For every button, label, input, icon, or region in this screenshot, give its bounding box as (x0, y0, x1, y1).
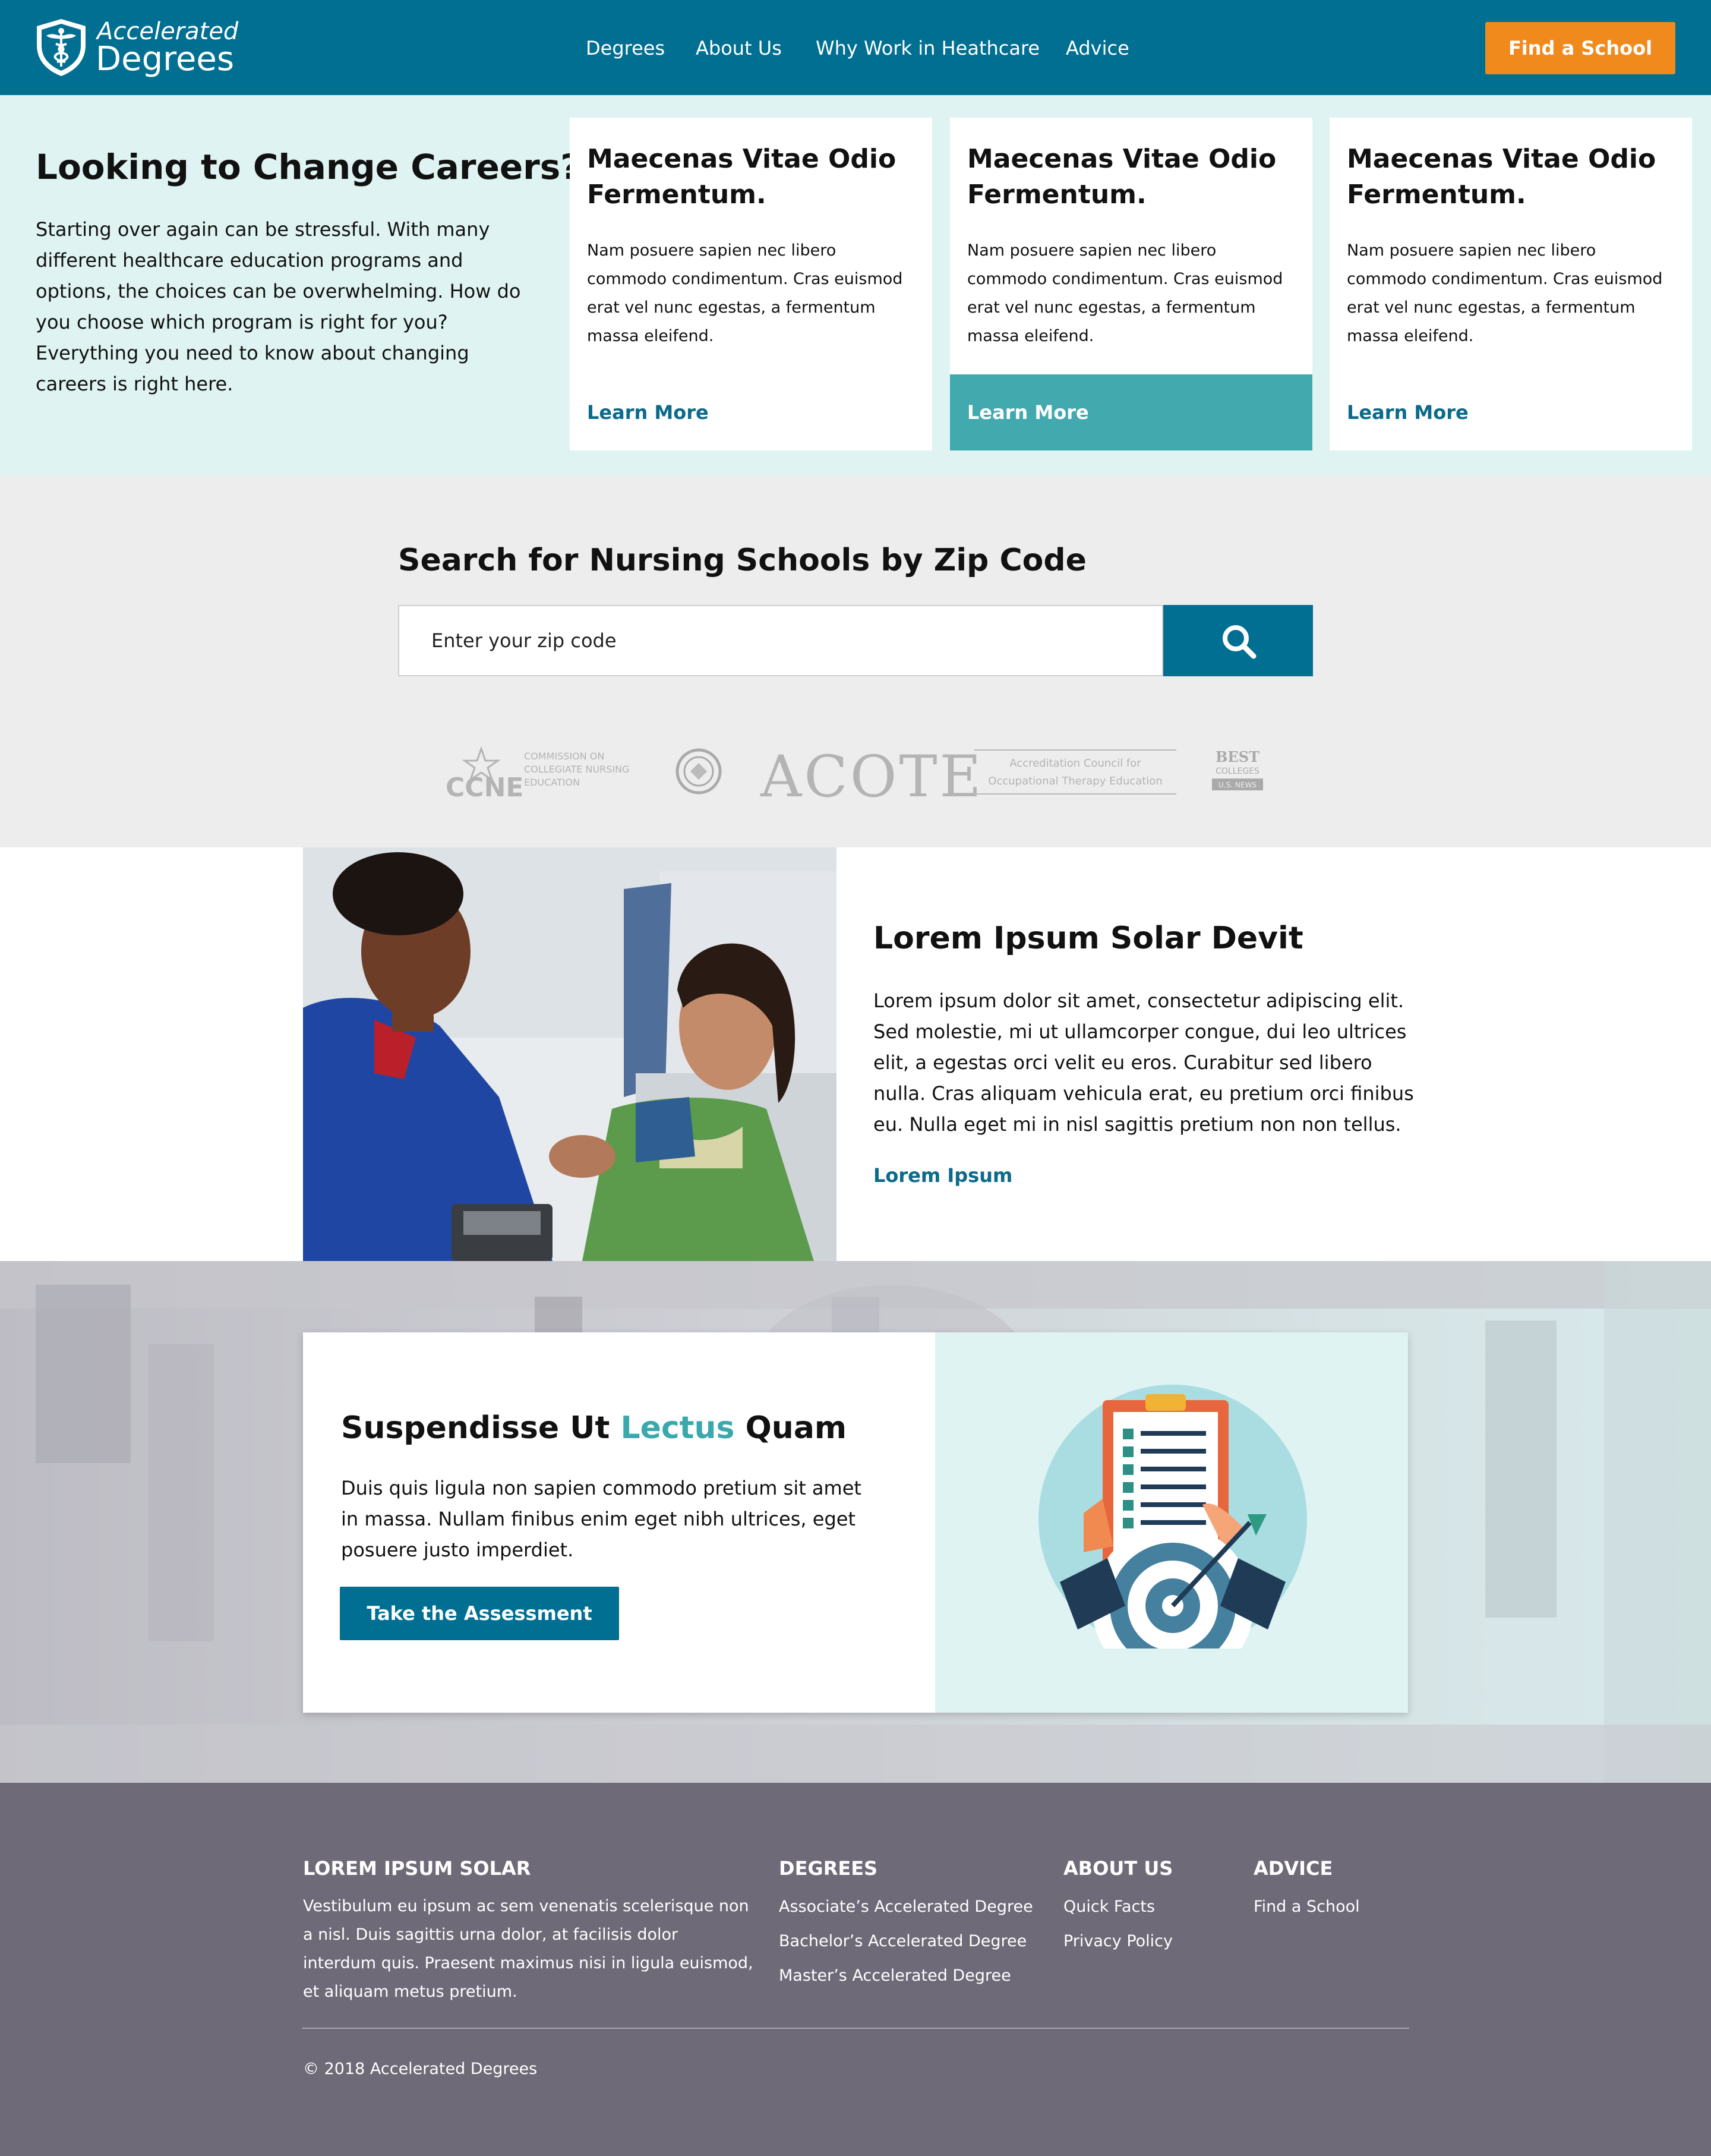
acote-wordmark: ACOTE (760, 743, 984, 808)
feature-heading: Lorem Ipsum Solar Devit (873, 921, 1303, 956)
footer-advice-links: Find a School (1254, 1890, 1360, 1924)
badge-line-3: U.S. NEWS (1218, 781, 1257, 789)
copyright: © 2018 Accelerated Degrees (303, 2060, 538, 2078)
assessment-body: Duis quis ligula non sapien commodo pret… (341, 1477, 861, 1561)
footer-link[interactable]: Master’s Accelerated Degree (779, 1959, 1033, 1993)
card-body: Nam posuere sapien nec libero commodo co… (587, 241, 903, 345)
take-assessment-button[interactable]: Take the Assessment (340, 1587, 619, 1640)
nav-advice[interactable]: Advice (1066, 33, 1129, 63)
ccne-subtitle-3: EDUCATION (524, 777, 580, 788)
footer-degrees-links: Associate’s Accelerated Degree Bachelor’… (779, 1890, 1033, 1993)
acote-subtitle-1: Accreditation Council for (1009, 757, 1141, 770)
search-icon (1223, 625, 1257, 659)
zip-code-input[interactable] (398, 605, 1163, 676)
nav-degrees[interactable]: Degrees (586, 33, 665, 63)
site-footer: LOREM IPSUM SOLAR Vestibulum eu ipsum ac… (0, 1783, 1711, 2156)
best-colleges-badge: BEST COLLEGES U.S. NEWS (1212, 748, 1263, 790)
ccne-subtitle-1: COMMISSION ON (524, 751, 604, 762)
footer-about-text: Vestibulum eu ipsum ac sem venenatis sce… (303, 1897, 753, 2001)
badge-line-2: COLLEGES (1216, 767, 1259, 776)
careers-intro: Starting over again can be stressful. Wi… (36, 218, 521, 395)
card-body: Nam posuere sapien nec libero commodo co… (1347, 241, 1663, 345)
footer-about-links: Quick Facts Privacy Policy (1063, 1890, 1173, 1959)
ccne-wordmark: CCNE (446, 773, 523, 803)
learn-more-link[interactable]: Learn More (950, 374, 1312, 450)
card-title: Maecenas Vitae Odio Fermentum. (587, 144, 896, 210)
footer-link[interactable]: Privacy Policy (1063, 1924, 1173, 1959)
caduceus-shield-icon (37, 19, 86, 76)
logo-line-2: Degrees (96, 40, 234, 78)
change-careers-section: Looking to Change Careers? Starting over… (0, 95, 1711, 475)
assessment-heading-highlight: Lectus (620, 1410, 735, 1446)
nurse-feature-section: Lorem Ipsum Solar Devit Lorem ipsum dolo… (0, 847, 1711, 1261)
info-card: Maecenas Vitae Odio Fermentum. Nam posue… (570, 118, 932, 450)
assessment-heading: Suspendisse Ut Lectus Quam (341, 1410, 847, 1446)
card-body: Nam posuere sapien nec libero commodo co… (967, 241, 1283, 345)
feature-link[interactable]: Lorem Ipsum (873, 1161, 1012, 1190)
card-title: Maecenas Vitae Odio Fermentum. (1347, 144, 1656, 210)
search-heading: Search for Nursing Schools by Zip Code (398, 543, 1087, 578)
acote-logo: ACOTE Accreditation Council for Occupati… (760, 743, 1176, 808)
assessment-section: Suspendisse Ut Lectus Quam Duis quis lig… (0, 1261, 1711, 1783)
ccne-logo: CCNE COMMISSION ON COLLEGIATE NURSING ED… (446, 746, 630, 803)
footer-col-title: DEGREES (779, 1857, 878, 1880)
footer-link[interactable]: Quick Facts (1063, 1890, 1173, 1924)
nurse-patient-photo (303, 847, 836, 1261)
footer-col-title: ABOUT US (1063, 1857, 1173, 1880)
assessment-card: Suspendisse Ut Lectus Quam Duis quis lig… (303, 1332, 1408, 1713)
site-header: Accelerated Degrees Degrees About Us Why… (0, 0, 1711, 95)
feature-body: Lorem ipsum dolor sit amet, consectetur … (873, 989, 1414, 1136)
footer-link[interactable]: Bachelor’s Accelerated Degree (779, 1924, 1033, 1959)
footer-col-title: ADVICE (1254, 1857, 1333, 1880)
footer-col-title: LOREM IPSUM SOLAR (303, 1857, 531, 1880)
learn-more-link[interactable]: Learn More (570, 374, 932, 450)
info-card: Maecenas Vitae Odio Fermentum. Nam posue… (950, 118, 1312, 450)
careers-heading: Looking to Change Careers? (36, 147, 580, 187)
footer-divider (302, 2028, 1409, 2029)
nav-about-us[interactable]: About Us (696, 33, 782, 63)
badge-line-1: BEST (1216, 748, 1259, 765)
zip-search-section: Search for Nursing Schools by Zip Code C… (0, 475, 1711, 847)
footer-link[interactable]: Associate’s Accelerated Degree (779, 1890, 1033, 1924)
find-a-school-button[interactable]: Find a School (1485, 22, 1675, 74)
site-logo[interactable]: Accelerated Degrees (34, 15, 238, 80)
card-title: Maecenas Vitae Odio Fermentum. (967, 144, 1277, 210)
ccne-subtitle-2: COLLEGIATE NURSING (524, 764, 630, 775)
info-card: Maecenas Vitae Odio Fermentum. Nam posue… (1330, 118, 1692, 450)
seal-logo (675, 748, 722, 795)
assessment-illustration-panel (935, 1332, 1408, 1713)
footer-link[interactable]: Find a School (1254, 1890, 1360, 1924)
nav-why-work-in-healthcare[interactable]: Why Work in Heathcare (816, 33, 1040, 63)
acote-subtitle-2: Occupational Therapy Education (988, 775, 1162, 787)
clipboard-target-icon (1036, 1385, 1309, 1665)
search-button[interactable] (1163, 605, 1313, 676)
accreditation-logos: CCNE COMMISSION ON COLLEGIATE NURSING ED… (446, 743, 1263, 808)
learn-more-link[interactable]: Learn More (1330, 374, 1692, 450)
